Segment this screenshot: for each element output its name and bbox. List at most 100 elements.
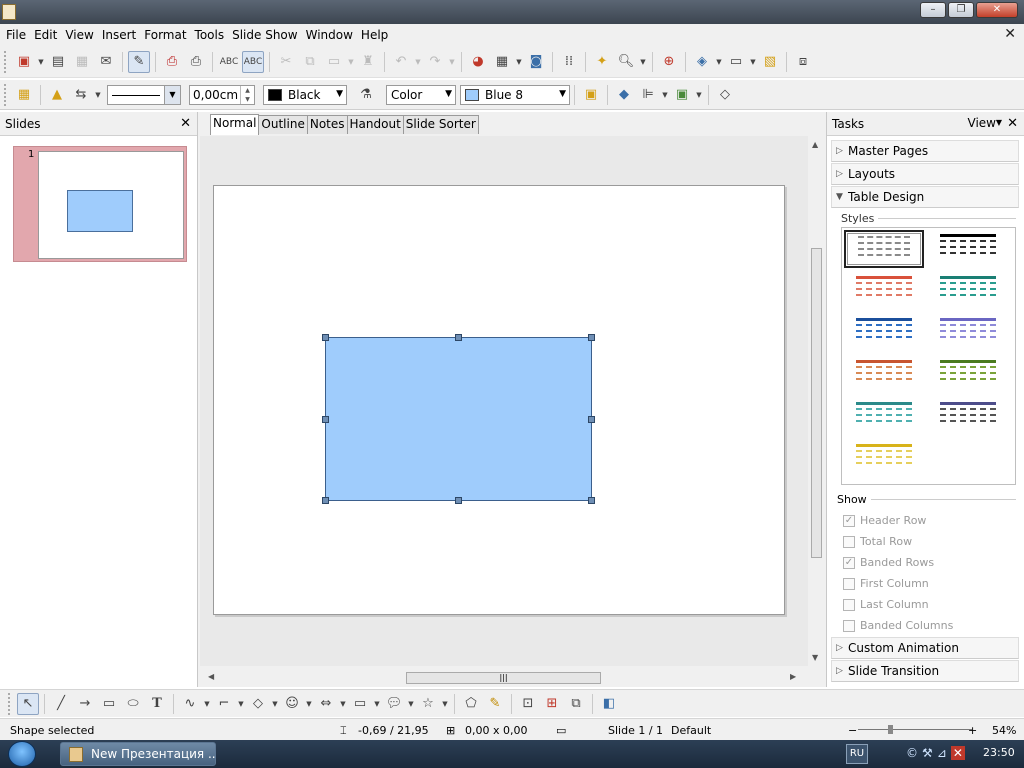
start-button[interactable] [8,741,36,767]
ellipse-tool-icon[interactable]: ⬭ [122,693,144,715]
tasks-view-menu[interactable]: View [968,116,996,130]
vertical-scroll-thumb[interactable] [811,248,822,558]
tray-close-icon[interactable]: ✕ [950,746,965,760]
block-arrows-icon[interactable]: ⇔ [315,693,337,715]
new-dropdown-icon[interactable]: ▼ [36,58,46,66]
paste-icon[interactable]: ▭ [323,51,345,73]
new-document-icon[interactable]: ▣ [13,51,35,73]
chevron-down-icon[interactable]: ▼ [336,89,343,99]
scroll-down-icon[interactable]: ▼ [812,653,818,662]
close-icon[interactable]: ✕ [1007,116,1018,131]
resize-handle[interactable] [322,334,329,341]
arrow-style-icon[interactable]: ⇆ [70,84,92,106]
show-option[interactable]: Total Row [827,531,1024,552]
export-pdf-icon[interactable]: ⎙ [161,51,183,73]
arrange-dropdown-icon[interactable]: ▼ [694,91,704,99]
copy-icon[interactable]: ⧉ [299,51,321,73]
align-dropdown-icon[interactable]: ▼ [660,91,670,99]
rotate-icon[interactable]: ◆ [613,84,635,106]
line-arrow-tool-icon[interactable]: → [74,693,96,715]
area-style-select[interactable]: Color ▼ [386,84,456,105]
zoom-dropdown-icon[interactable]: ▼ [638,58,648,66]
print-icon[interactable]: ⎙ [185,51,207,73]
align-icon[interactable]: ⊫ [637,84,659,106]
scroll-left-icon[interactable]: ◀ [208,672,214,681]
flowchart-dropdown-icon[interactable]: ▼ [372,700,382,708]
zoom-out-icon[interactable]: − [848,724,857,737]
table-dropdown-icon[interactable]: ▼ [514,58,524,66]
tab-normal[interactable]: Normal [210,114,260,135]
glue-points-icon[interactable]: ✎ [484,693,506,715]
scroll-up-icon[interactable]: ▲ [812,140,818,149]
connector-tool-icon[interactable]: ⌐ [213,693,235,715]
chevron-down-icon[interactable]: ▼ [445,89,452,99]
checkbox-icon[interactable] [843,577,855,590]
chevron-down-icon[interactable]: ▼ [164,85,180,104]
table-style-cyan[interactable] [844,398,924,436]
selected-rectangle-shape[interactable] [322,334,595,504]
tray-tools-icon[interactable]: ⚒ [922,746,933,760]
tray-sync-icon[interactable]: © [906,746,918,760]
basic-shapes-icon[interactable]: ◇ [247,693,269,715]
spellcheck-icon[interactable]: ABC [218,51,240,73]
grid-icon[interactable]: ⁞⁞ [558,51,580,73]
movie-sound-icon[interactable]: ◙ [525,51,547,73]
menu-slide-show[interactable]: Slide Show [228,28,301,42]
chevron-down-icon[interactable]: ▼ [559,89,566,99]
toggle-3d-icon[interactable]: ◧ [598,693,620,715]
shadow-icon[interactable]: ▣ [580,84,602,106]
display-views-dropdown-icon[interactable]: ▼ [714,58,724,66]
undo-icon[interactable]: ↶ [390,51,412,73]
tab-outline[interactable]: Outline [258,115,308,134]
table-style-slate[interactable] [928,398,1008,436]
horizontal-scrollbar[interactable]: ◀ ||| ▶ [200,669,808,687]
section-master-pages[interactable]: ▷ Master Pages [831,140,1019,162]
cut-icon[interactable]: ✂ [275,51,297,73]
area-color-select[interactable]: Blue 8 ▼ [460,84,570,105]
basic-shapes-dropdown-icon[interactable]: ▼ [270,700,280,708]
zoom-slider[interactable] [858,725,972,734]
resize-handle[interactable] [322,416,329,423]
close-icon[interactable]: ✕ [180,116,191,131]
stars-dropdown-icon[interactable]: ▼ [440,700,450,708]
slide-thumbnail-selected[interactable]: 1 [13,146,187,262]
tab-slide-sorter[interactable]: Slide Sorter [402,115,479,134]
styles-formatting-icon[interactable]: ▦ [13,84,35,106]
stars-icon[interactable]: ☆ [417,693,439,715]
impress-app-icon[interactable] [2,4,16,20]
taskbar-window-button[interactable]: New Презентация ... [60,742,216,766]
line-tool-icon[interactable]: ╱ [50,693,72,715]
section-layouts[interactable]: ▷ Layouts [831,163,1019,185]
horizontal-scroll-thumb[interactable]: ||| [406,672,601,684]
text-tool-icon[interactable]: T [146,693,168,715]
connector-dropdown-icon[interactable]: ▼ [236,700,246,708]
undo-dropdown-icon[interactable]: ▼ [413,58,423,66]
resize-handle[interactable] [455,497,462,504]
save-icon[interactable]: ▦ [71,51,93,73]
toolbar-grip[interactable] [4,50,8,73]
show-option[interactable]: Last Column [827,594,1024,615]
checkbox-icon[interactable] [843,535,855,548]
slide-layout-dropdown-icon[interactable]: ▼ [748,58,758,66]
toolbar-grip[interactable] [4,83,8,106]
table-style-orange[interactable] [844,356,924,394]
edit-file-icon[interactable]: ✎ [128,50,150,73]
select-arrow-icon[interactable]: ↖ [17,692,39,715]
table-style-green[interactable] [928,356,1008,394]
email-icon[interactable]: ✉ [95,51,117,73]
autospellcheck-icon[interactable]: ABC [242,50,264,73]
tray-network-icon[interactable]: ⊿ [937,746,947,760]
arrange-icon[interactable]: ▣ [671,84,693,106]
section-custom-animation[interactable]: ▷ Custom Animation [831,637,1019,659]
menu-window[interactable]: Window [302,28,357,42]
curve-dropdown-icon[interactable]: ▼ [202,700,212,708]
table-style-default[interactable] [844,230,924,268]
curve-tool-icon[interactable]: ∿ [179,693,201,715]
navigator-icon[interactable]: ✦ [591,51,613,73]
table-style-red[interactable] [844,272,924,310]
slide-thumbnail[interactable] [38,151,184,259]
table-style-teal[interactable] [928,272,1008,310]
menu-help[interactable]: Help [357,28,392,42]
callouts-icon[interactable]: 💬︎ [383,693,405,715]
points-icon[interactable]: ⬠ [460,693,482,715]
